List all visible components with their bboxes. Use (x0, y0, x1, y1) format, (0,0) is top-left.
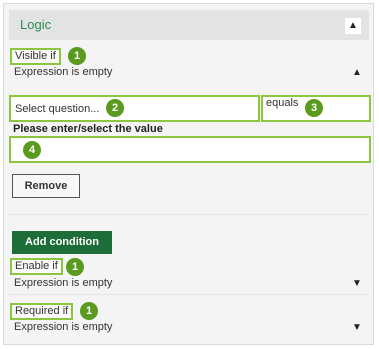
visible-if-tag: Visible if (10, 48, 61, 65)
remove-button[interactable]: Remove (12, 174, 80, 198)
callout-badge: 1 (68, 47, 86, 65)
operator-value: equals (266, 97, 299, 109)
required-if-expression: Expression is empty (14, 321, 113, 333)
callout-badge: 4 (23, 141, 41, 159)
required-if-label: Required if (15, 305, 69, 317)
enable-if-label: Enable if (15, 260, 58, 272)
chevron-up-icon[interactable]: ▲ (345, 18, 361, 34)
chevron-up-icon[interactable]: ▲ (349, 65, 365, 81)
section-title: Logic (20, 17, 52, 32)
chevron-down-icon[interactable]: ▼ (349, 276, 365, 292)
value-prompt-label: Please enter/select the value (13, 123, 163, 135)
divider (9, 214, 369, 215)
logic-section-header[interactable]: Logic ▲ (9, 10, 369, 40)
select-question-placeholder: Select question... (15, 103, 100, 115)
add-condition-button[interactable]: Add condition (12, 231, 112, 254)
visible-if-label: Visible if (15, 50, 56, 62)
value-input[interactable] (9, 136, 371, 163)
select-question-dropdown[interactable]: Select question... (9, 95, 260, 122)
enable-if-tag: Enable if (10, 258, 63, 275)
visible-if-expression: Expression is empty (14, 66, 113, 78)
required-if-tag: Required if (10, 303, 74, 320)
chevron-down-icon[interactable]: ▼ (349, 320, 365, 336)
callout-badge: 1 (80, 302, 98, 320)
callout-badge: 2 (106, 99, 124, 117)
callout-badge: 1 (66, 258, 84, 276)
callout-badge: 3 (305, 99, 323, 117)
divider (9, 294, 369, 295)
enable-if-expression: Expression is empty (14, 277, 113, 289)
